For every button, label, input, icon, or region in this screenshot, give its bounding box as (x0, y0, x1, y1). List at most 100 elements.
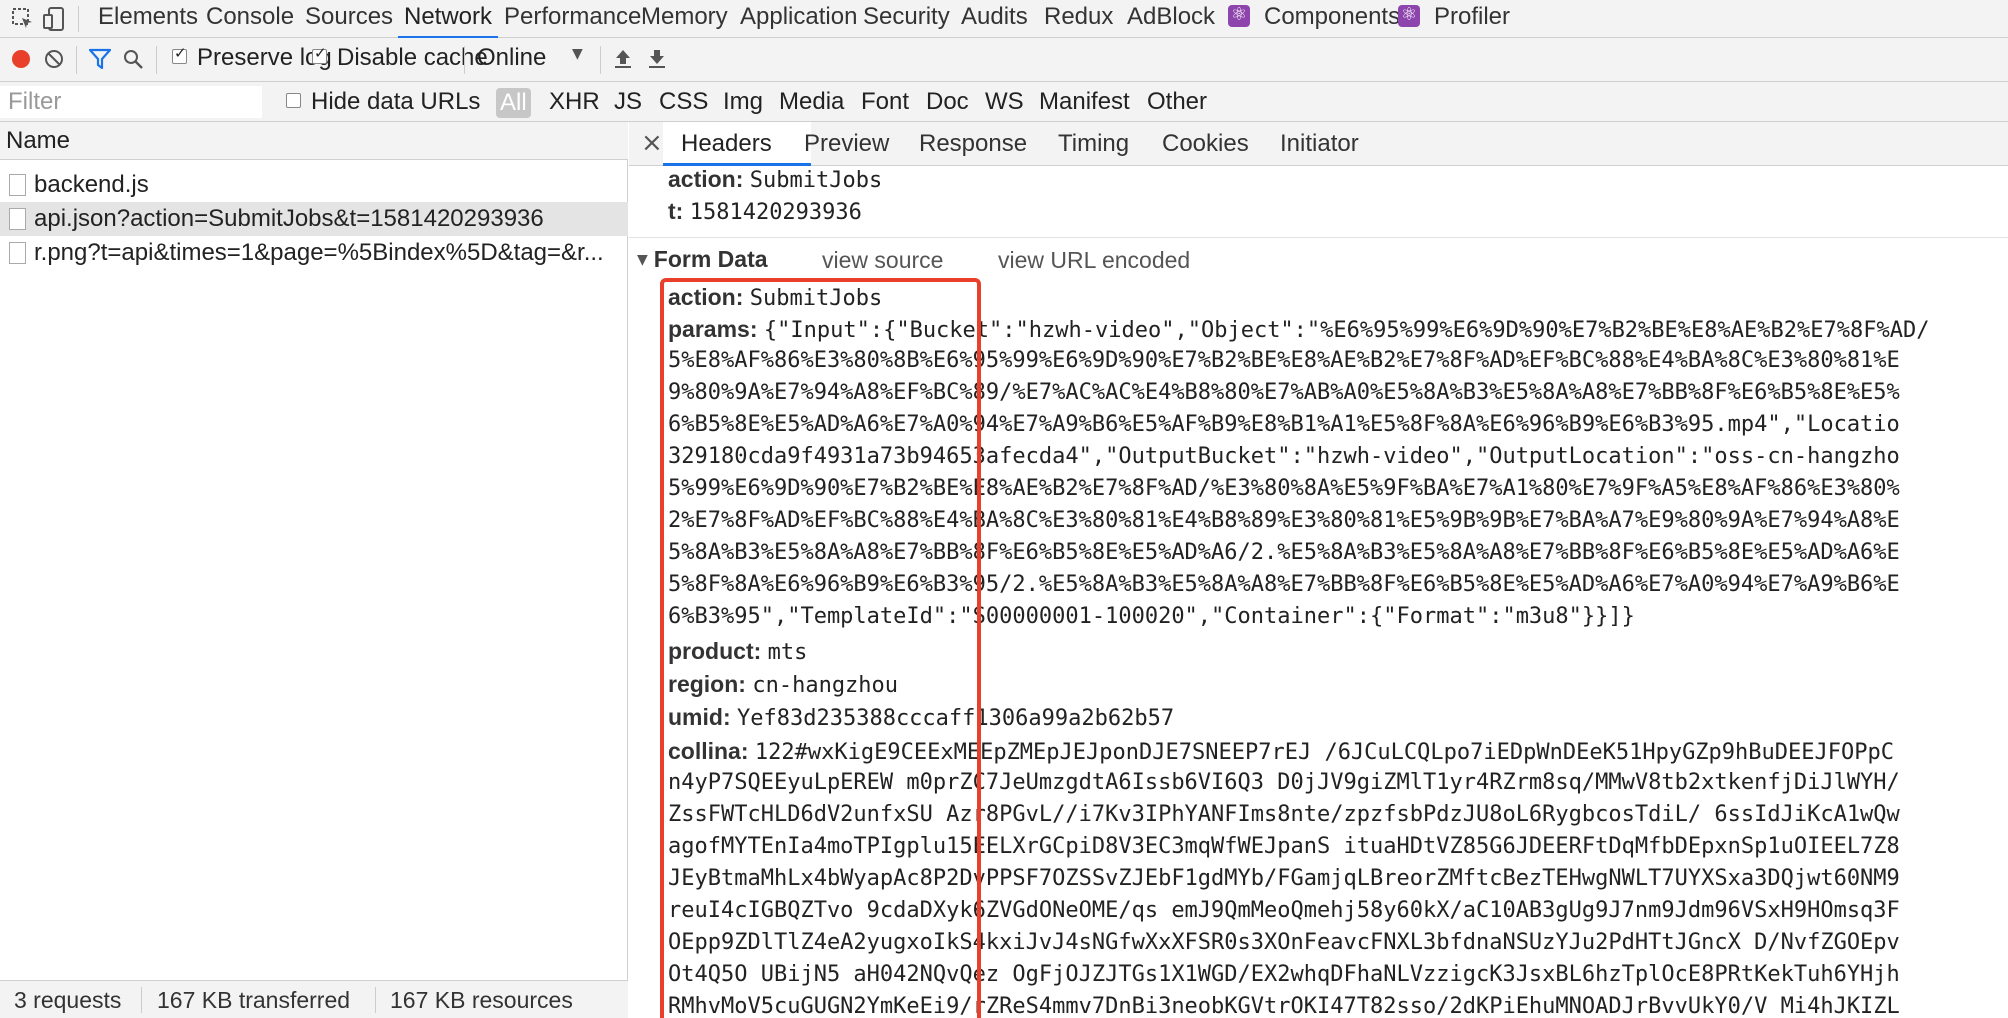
hide-data-urls-label: Hide data URLs (311, 88, 481, 115)
disable-cache-checkbox[interactable]: Disable cache (312, 44, 488, 72)
form-field-collina: collina: 122#wxKigE9CEExMEEpZMEpJEJponDJ… (668, 738, 1894, 765)
collina-value-line: RMhvMoV5cuGUGN2YmKeEi9/rZReS4mmv7DnBi3ne… (668, 994, 1900, 1018)
tab-elements[interactable]: Elements (98, 0, 198, 38)
tab-headers[interactable]: Headers (681, 130, 772, 158)
field-value: {"Input":{"Bucket":"hzwh-video","Object"… (763, 318, 1930, 343)
tab-components[interactable]: Components (1228, 0, 1400, 38)
collina-value-line: OEpp9ZDlTlZ4eA2yugxoIkS4kxiJvJ4sNGfwXxXF… (668, 930, 1900, 955)
field-value: cn-hangzhou (752, 673, 899, 698)
filter-type-other[interactable]: Other (1147, 88, 1207, 116)
tab-console[interactable]: Console (206, 0, 294, 38)
resources-size: 167 KB resources (390, 987, 573, 1013)
react-icon (1228, 2, 1250, 28)
tab-profiler[interactable]: Profiler (1398, 0, 1510, 38)
checkbox[interactable] (172, 44, 187, 64)
query-param-t: t: 1581420293936 (668, 198, 862, 225)
request-row[interactable]: r.png?t=api&times=1&page=%5Bindex%5D&tag… (0, 236, 628, 270)
request-row[interactable]: api.json?action=SubmitJobs&t=15814202939… (0, 202, 628, 236)
tab-memory[interactable]: Memory (641, 0, 728, 38)
tab-security[interactable]: Security (863, 0, 950, 38)
tab-timing[interactable]: Timing (1058, 130, 1129, 158)
filter-input[interactable] (0, 86, 262, 118)
tab-network[interactable]: Network (397, 0, 499, 39)
filter-type-manifest[interactable]: Manifest (1039, 88, 1130, 116)
tab-response[interactable]: Response (919, 130, 1027, 158)
request-detail-pane: × Headers Preview Response Timing Cookie… (629, 122, 2008, 1018)
field-value: Yef83d235388cccaff1306a99a2b62b57 (737, 706, 1175, 731)
upload-icon (615, 50, 631, 68)
filter-type-css[interactable]: CSS (659, 88, 708, 116)
tab-performance[interactable]: Performance (504, 0, 641, 38)
detail-tabbar: × Headers Preview Response Timing Cookie… (629, 122, 2008, 166)
filter-type-js[interactable]: JS (614, 88, 642, 116)
export-har-button[interactable] (646, 46, 668, 77)
hide-data-urls-checkbox[interactable]: Hide data URLs (286, 88, 480, 116)
params-value-line: 5%E8%AF%86%E3%80%8B%E6%95%99%E6%9D%90%E7… (668, 348, 1900, 373)
param-value: 1581420293936 (689, 200, 862, 225)
search-icon (124, 50, 143, 69)
collina-value-line: n4yP7SQEEyuLpEREW m0prZC7JeUmzgdtA6Issb6… (668, 770, 1900, 795)
filter-type-ws[interactable]: WS (985, 88, 1024, 116)
field-value: 122#wxKigE9CEExMEEpZMEpJEJponDJE7SNEEP7r… (754, 740, 1894, 765)
filter-type-all[interactable]: All (496, 88, 531, 118)
field-value: mts (767, 640, 808, 665)
column-header-name[interactable]: Name (0, 122, 628, 160)
tab-preview[interactable]: Preview (804, 130, 889, 158)
request-row[interactable]: backend.js (0, 168, 628, 202)
field-key: params: (668, 316, 758, 342)
filter-toggle-button[interactable] (88, 48, 112, 77)
params-value-line: 5%8F%8A%E6%96%B9%E6%B3%95/2.%E5%8A%B3%E5… (668, 572, 1900, 597)
filter-type-media[interactable]: Media (779, 88, 844, 116)
tab-initiator[interactable]: Initiator (1280, 130, 1359, 158)
tab-adblock[interactable]: AdBlock (1127, 0, 1215, 38)
divider (464, 46, 465, 74)
triangle-down-icon: ▼ (637, 252, 648, 268)
params-value-line: 9%80%9A%E7%94%A8%EF%BC%89/%E7%AC%AC%E4%B… (668, 380, 1900, 405)
request-name: r.png?t=api&times=1&page=%5Bindex%5D&tag… (34, 239, 604, 266)
filter-type-font[interactable]: Font (861, 88, 909, 116)
collina-value-line: JEyBtmaMhLx4bWyapAc8P2DvPPSF7OZSSvZJEbF1… (668, 866, 1900, 891)
network-toolbar: Preserve log Disable cache Online ▼ (0, 38, 2008, 82)
file-icon (9, 174, 26, 196)
field-key: action: (668, 284, 744, 310)
download-icon (649, 50, 665, 68)
import-har-button[interactable] (612, 46, 634, 77)
preserve-log-checkbox[interactable]: Preserve log (172, 44, 332, 72)
throttling-value: Online (477, 44, 547, 71)
close-icon[interactable]: × (641, 128, 663, 158)
params-value-line: 5%8A%B3%E5%8A%A8%E7%BB%8F%E6%B5%8E%E5%AD… (668, 540, 1900, 565)
filter-type-doc[interactable]: Doc (926, 88, 969, 116)
throttling-select[interactable]: Online ▼ (477, 44, 587, 72)
tab-application[interactable]: Application (740, 0, 857, 38)
divider (156, 46, 157, 74)
transferred-size: 167 KB transferred (157, 987, 351, 1013)
collina-value-line: ZssFWTcHLD6dV2unfxSU Azr8PGvL//i7Kv3IPhY… (668, 802, 1900, 827)
checkbox[interactable] (286, 93, 301, 108)
tab-cookies[interactable]: Cookies (1162, 130, 1249, 158)
params-value-line: 2%E7%8F%AD%EF%BC%88%E4%BA%8C%E3%80%81%E4… (668, 508, 1900, 533)
tab-redux[interactable]: Redux (1044, 0, 1113, 38)
field-value: SubmitJobs (749, 286, 883, 311)
form-field-umid: umid: Yef83d235388cccaff1306a99a2b62b57 (668, 704, 1174, 731)
search-button[interactable] (122, 48, 144, 77)
filter-type-xhr[interactable]: XHR (549, 88, 600, 116)
form-data-section-toggle[interactable]: ▼ Form Data (637, 246, 768, 273)
request-count: 3 requests (14, 987, 122, 1013)
clear-button[interactable] (43, 48, 65, 77)
param-value: SubmitJobs (749, 168, 883, 193)
network-summary-bar: 3 requests 167 KB transferred 167 KB res… (0, 980, 628, 1018)
request-name: backend.js (34, 171, 149, 198)
request-name: api.json?action=SubmitJobs&t=15814202939… (34, 205, 544, 232)
record-button[interactable] (10, 48, 32, 77)
tab-sources[interactable]: Sources (305, 0, 393, 38)
device-toolbar-icon[interactable] (40, 4, 70, 34)
filter-type-img[interactable]: Img (723, 88, 763, 116)
view-source-link[interactable]: view source (822, 247, 943, 274)
devtools-panel-tabbar: Elements Console Sources Network Perform… (0, 0, 2008, 39)
inspect-element-icon[interactable] (8, 4, 38, 34)
checkbox[interactable] (312, 44, 327, 64)
tab-profiler-label: Profiler (1434, 3, 1511, 30)
form-field-region: region: cn-hangzhou (668, 671, 898, 698)
view-url-encoded-link[interactable]: view URL encoded (998, 247, 1190, 274)
tab-audits[interactable]: Audits (961, 0, 1028, 38)
